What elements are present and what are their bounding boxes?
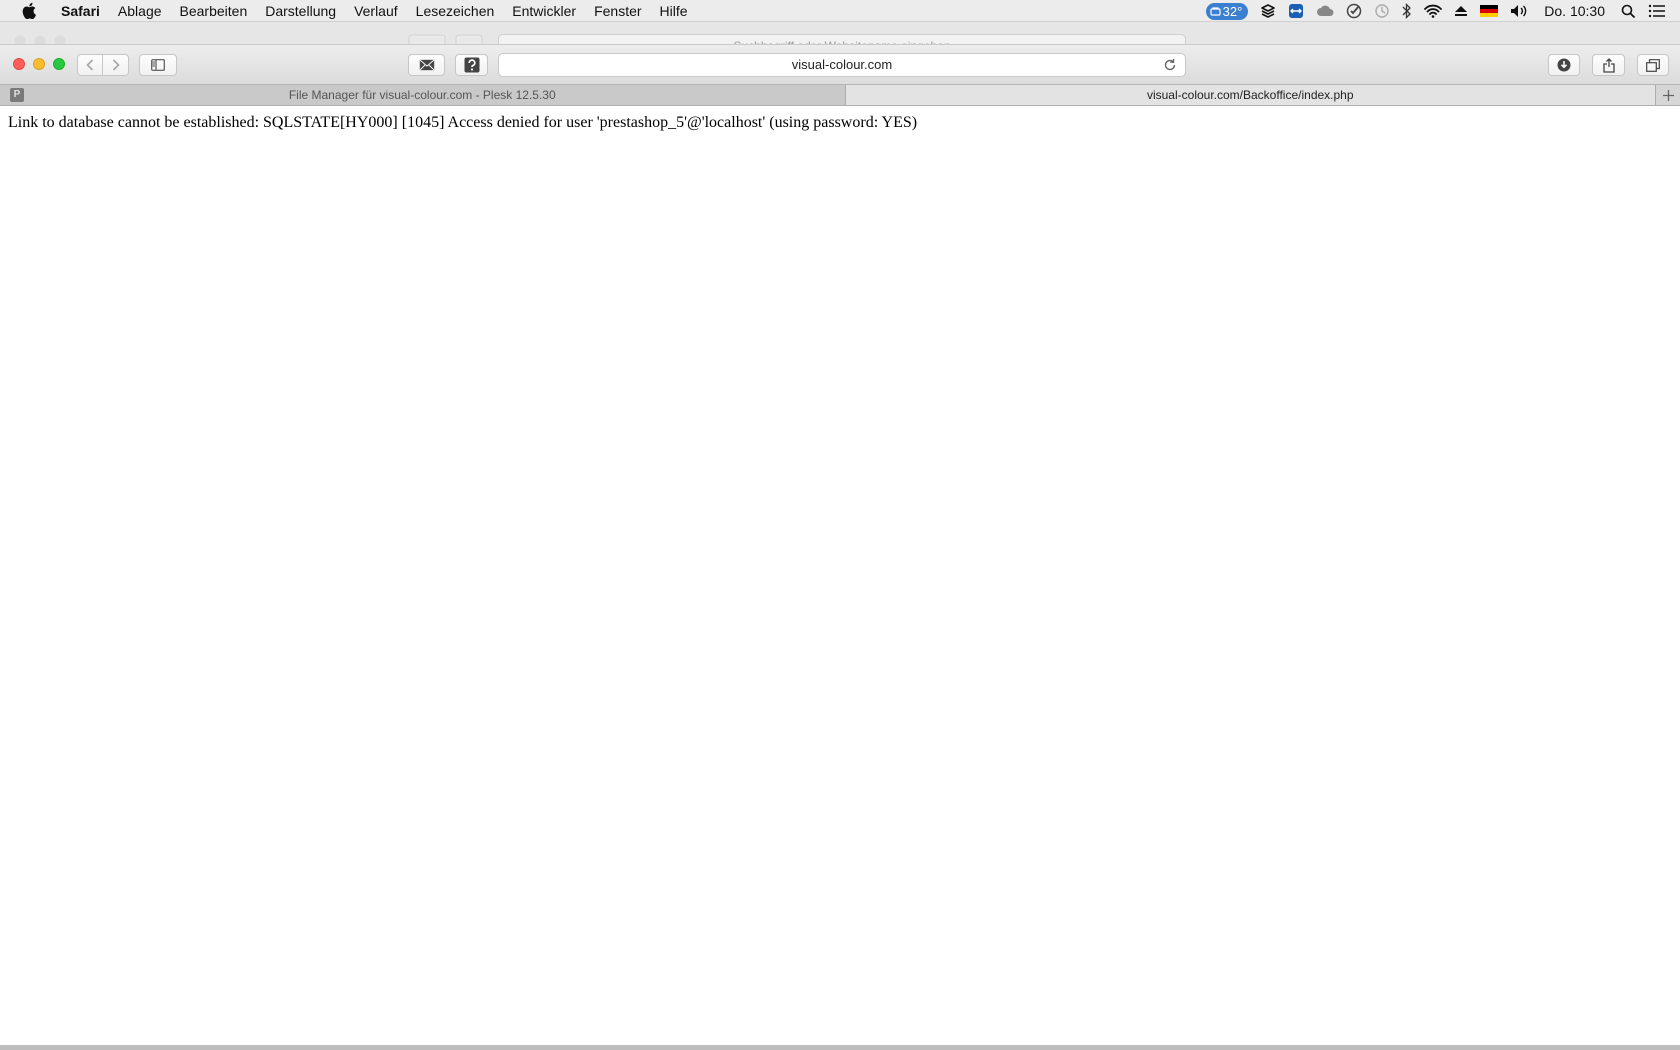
notification-center-icon[interactable] xyxy=(1648,0,1666,22)
temperature-badge: 32° xyxy=(1205,2,1249,20)
navigation-buttons xyxy=(77,54,129,76)
help-icon xyxy=(464,57,479,73)
new-tab-button[interactable] xyxy=(1655,85,1680,105)
tabs-overview-icon xyxy=(1646,58,1660,72)
tab-favicon: P xyxy=(10,88,24,102)
bg-check-icon xyxy=(455,34,483,44)
tab-title: File Manager für visual-colour.com - Ple… xyxy=(288,88,556,102)
forward-button[interactable] xyxy=(103,54,129,76)
menu-bar: Safari Ablage Bearbeiten Darstellung Ver… xyxy=(0,0,1680,22)
share-button[interactable] xyxy=(1592,54,1625,76)
time-machine-icon[interactable] xyxy=(1374,0,1390,22)
reload-icon[interactable] xyxy=(1163,58,1177,72)
checkmark-icon[interactable] xyxy=(1346,0,1362,22)
help-button[interactable] xyxy=(455,54,488,76)
menubar-clock[interactable]: Do. 10:30 xyxy=(1544,3,1605,19)
web-content: Link to database cannot be established: … xyxy=(0,106,1680,1045)
chevron-right-icon xyxy=(112,59,120,71)
chevron-left-icon xyxy=(86,59,94,71)
menu-safari[interactable]: Safari xyxy=(52,0,109,22)
menu-darstellung[interactable]: Darstellung xyxy=(256,0,345,22)
window-bottom-edge xyxy=(0,1045,1680,1050)
mail-icon xyxy=(419,59,434,71)
bg-mail-icon xyxy=(408,34,446,44)
eject-icon[interactable] xyxy=(1454,0,1468,22)
spotlight-search-icon[interactable] xyxy=(1621,0,1636,22)
sidebar-icon xyxy=(151,59,165,71)
tab-bar: P File Manager für visual-colour.com - P… xyxy=(0,84,1680,106)
dropbox-icon[interactable] xyxy=(1260,0,1276,22)
mail-button[interactable] xyxy=(408,54,445,76)
address-bar[interactable]: visual-colour.com xyxy=(498,53,1186,77)
background-window: Suchbegriff oder Websitename eingeben xyxy=(0,22,1680,44)
german-flag-icon[interactable] xyxy=(1480,0,1499,22)
bg-traffic-lights-icon xyxy=(14,34,68,44)
plus-icon xyxy=(1662,89,1674,101)
downloads-icon xyxy=(1557,58,1571,72)
window-close-icon[interactable] xyxy=(13,58,25,70)
share-icon xyxy=(1602,57,1615,73)
safari-toolbar: visual-colour.com xyxy=(0,44,1680,84)
tab-file-manager[interactable]: P File Manager für visual-colour.com - P… xyxy=(0,85,846,105)
menu-lesezeichen[interactable]: Lesezeichen xyxy=(407,0,504,22)
apple-menu-icon[interactable] xyxy=(20,2,38,20)
window-minimize-icon[interactable] xyxy=(33,58,45,70)
database-error-message: Link to database cannot be established: … xyxy=(8,114,918,131)
window-maximize-icon[interactable] xyxy=(53,58,65,70)
bg-search-field: Suchbegriff oder Websitename eingeben xyxy=(498,34,1186,44)
sidebar-button[interactable] xyxy=(139,54,177,76)
creative-cloud-icon[interactable] xyxy=(1316,0,1334,22)
downloads-button[interactable] xyxy=(1548,54,1580,76)
temperature-icon xyxy=(1210,6,1221,16)
menu-bearbeiten[interactable]: Bearbeiten xyxy=(171,0,257,22)
menu-hilfe[interactable]: Hilfe xyxy=(651,0,697,22)
wifi-icon[interactable] xyxy=(1424,0,1443,22)
teamviewer-icon[interactable] xyxy=(1288,0,1304,22)
tab-title: visual-colour.com/Backoffice/index.php xyxy=(1146,88,1354,102)
tabs-overview-button[interactable] xyxy=(1637,54,1669,76)
menu-verlauf[interactable]: Verlauf xyxy=(345,0,407,22)
menu-ablage[interactable]: Ablage xyxy=(109,0,171,22)
menu-fenster[interactable]: Fenster xyxy=(585,0,650,22)
bluetooth-icon[interactable] xyxy=(1402,0,1412,22)
status-area: 32° Do. 10:30 xyxy=(1200,0,1680,22)
temperature-widget[interactable]: 32° xyxy=(1205,0,1249,22)
temperature-value: 32° xyxy=(1222,3,1243,19)
menu-entwickler[interactable]: Entwickler xyxy=(503,0,585,22)
tab-backoffice[interactable]: visual-colour.com/Backoffice/index.php xyxy=(845,85,1656,105)
address-bar-url: visual-colour.com xyxy=(791,57,893,72)
back-button[interactable] xyxy=(77,54,103,76)
volume-icon[interactable] xyxy=(1510,0,1530,22)
